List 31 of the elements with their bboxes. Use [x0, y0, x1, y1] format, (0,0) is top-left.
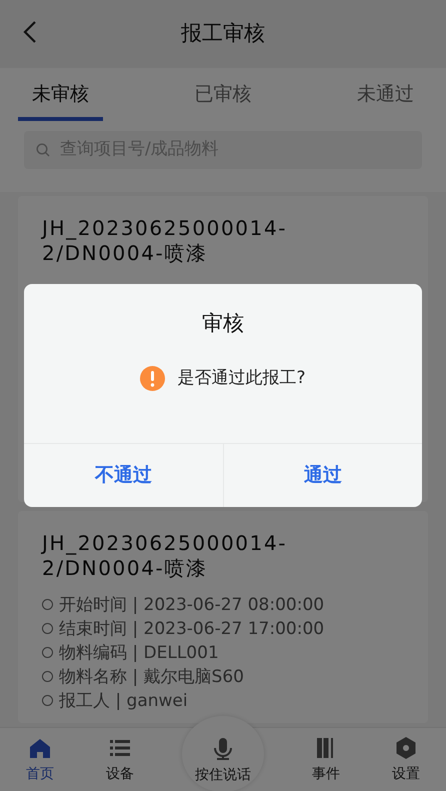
detail-text: 报工人 | ganwei	[59, 690, 188, 712]
card-title: JH_20230625000014-2/DN0004-喷漆	[42, 216, 288, 266]
hexagon-icon	[394, 736, 418, 760]
tabbar-item[interactable]: 事件	[286, 728, 366, 791]
card-title: JH_20230625000014-2/DN0004-喷漆	[42, 530, 288, 580]
home-icon	[28, 736, 52, 760]
dialog-button[interactable]: 通过	[222, 444, 422, 507]
bullet-icon	[42, 599, 53, 610]
warning-icon	[140, 366, 166, 391]
detail-text: 结束时间 | 2023-06-27 17:00:00	[59, 618, 324, 640]
page-title: 报工审核	[181, 20, 265, 48]
dialog-message: 是否通过此报工?	[177, 366, 306, 390]
dialog-title: 审核	[201, 310, 245, 337]
voice-button[interactable]: 按住说话	[182, 716, 264, 791]
tabbar-item[interactable]: 首页	[0, 728, 80, 791]
detail-text: 开始时间 | 2023-06-27 08:00:00	[59, 594, 324, 616]
tab[interactable]: 已审核	[180, 68, 266, 120]
search-icon	[36, 142, 50, 156]
bullet-icon	[42, 695, 53, 706]
dialog-button[interactable]: 不通过	[24, 444, 222, 507]
microphone-icon	[211, 737, 235, 761]
detail-text: 物料编码 | DELL001	[59, 642, 219, 664]
bullet-icon	[42, 647, 53, 658]
tab[interactable]: 未通过	[343, 68, 428, 120]
tabbar-item[interactable]: 设置	[366, 728, 446, 791]
bullet-icon	[42, 623, 53, 634]
report-card[interactable]: JH_20230625000014-2/DN0004-喷漆 开始时间 | 2023-06-27 08:00:00 结束时间 | 2023-06-27 17:00:00 物料编码 | DELL001 物料名称 | 戴尔电脑S60 报工人 | ganwei	[18, 510, 428, 722]
tabbar-item[interactable]: 设备	[80, 728, 160, 791]
bullet-icon	[42, 671, 53, 682]
detail-text: 物料名称 | 戴尔电脑S60	[59, 666, 244, 688]
back-icon[interactable]	[22, 20, 38, 44]
